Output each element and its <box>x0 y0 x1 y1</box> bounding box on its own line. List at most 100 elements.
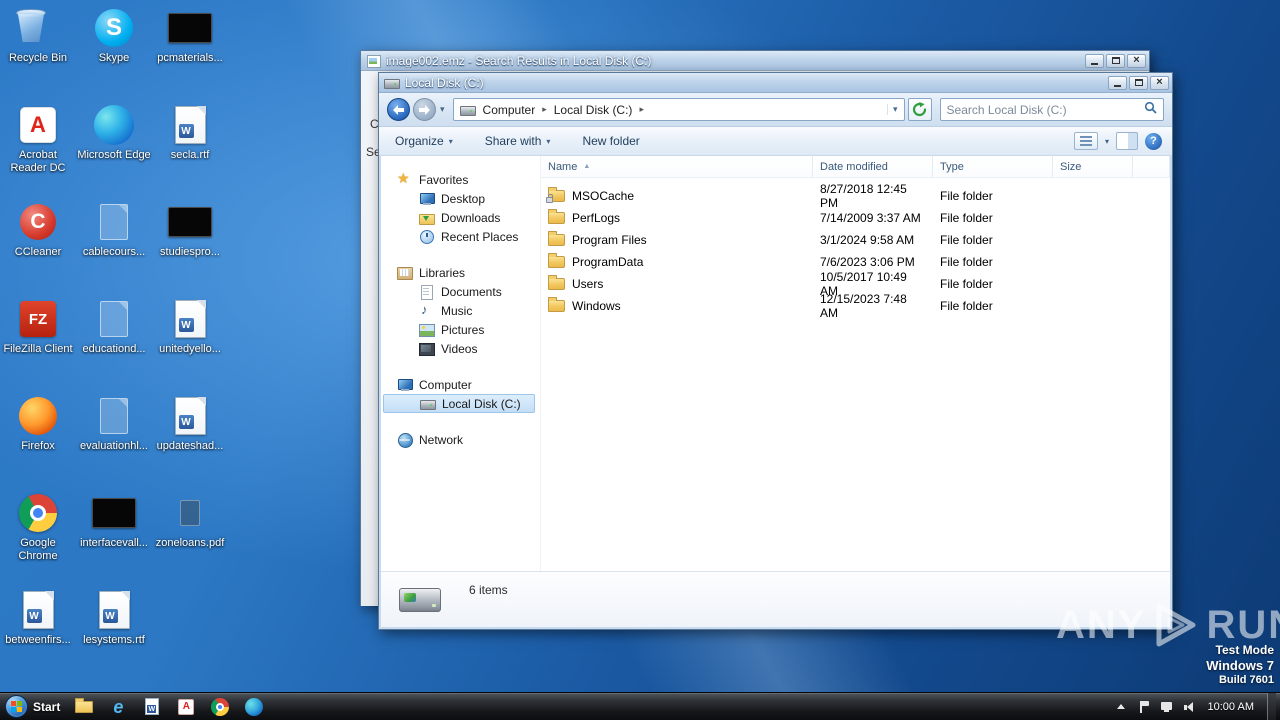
sidebar-item-music[interactable]: Music <box>381 301 540 320</box>
taskbar-item-chrome[interactable] <box>205 694 235 720</box>
forward-button[interactable] <box>413 98 436 121</box>
share-with-button[interactable]: Share with ▾ <box>479 131 557 151</box>
sidebar-item-recent-places[interactable]: Recent Places <box>381 227 540 246</box>
desktop-icon-recycle-bin[interactable]: Recycle Bin <box>0 2 76 99</box>
word-document-icon <box>174 106 206 144</box>
preview-pane-button[interactable] <box>1116 132 1138 150</box>
recent-pages-dropdown[interactable]: ▾ <box>440 104 445 115</box>
action-center-icon[interactable] <box>1137 700 1151 714</box>
file-row[interactable]: Windows 12/15/2023 7:48 AM File folder <box>541 292 1170 320</box>
desktop-icon-unitedyello[interactable]: unitedyello... <box>152 293 228 390</box>
minimize-button[interactable] <box>1108 75 1127 90</box>
file-type: File folder <box>940 277 993 291</box>
command-bar: Organize ▾ Share with ▾ New folder ▾ ? <box>379 127 1172 156</box>
file-row[interactable]: MSOCache 8/27/2018 12:45 PM File folder <box>541 182 1170 210</box>
title-bar[interactable]: image002.emz - Search Results in Local D… <box>361 51 1149 71</box>
start-button[interactable]: Start <box>0 693 67 720</box>
close-button[interactable]: × <box>1127 53 1146 68</box>
sidebar-item-videos[interactable]: Videos <box>381 339 540 358</box>
column-header-date-modified[interactable]: Date modified <box>813 156 933 177</box>
desktop-icon-betweenfirs[interactable]: betweenfirs... <box>0 584 76 681</box>
desktop-icon-updateshad[interactable]: updateshad... <box>152 390 228 487</box>
desktop-icon-lesystems-rtf[interactable]: lesystems.rtf <box>76 584 152 681</box>
edge-icon <box>94 105 134 145</box>
search-box[interactable] <box>939 98 1164 121</box>
breadcrumb-separator[interactable]: ▸ <box>542 104 547 115</box>
desktop-icon-interfacevall[interactable]: interfacevall... <box>76 487 152 584</box>
taskbar-item-edge[interactable] <box>239 694 269 720</box>
file-date: 8/27/2018 12:45 PM <box>820 182 907 210</box>
sidebar-item-label: Desktop <box>441 191 486 206</box>
desktop-icon-secla-rtf[interactable]: secla.rtf <box>152 99 228 196</box>
desktop-icon-label: lesystems.rtf <box>83 634 145 646</box>
desktop-icon-skype[interactable]: Skype <box>76 2 152 99</box>
search-icon[interactable] <box>1144 101 1157 119</box>
desktop-icon-google-chrome[interactable]: Google Chrome <box>0 487 76 584</box>
desktop-icon-pcmaterials[interactable]: pcmaterials... <box>152 2 228 99</box>
breadcrumb-separator[interactable]: ▸ <box>639 104 644 115</box>
organize-button[interactable]: Organize ▾ <box>389 131 459 151</box>
desktop-icon-cablecours[interactable]: cablecours... <box>76 196 152 293</box>
sidebar-item-desktop[interactable]: Desktop <box>381 189 540 208</box>
generic-file-icon <box>100 301 128 337</box>
column-header-name[interactable]: Name ▲ <box>541 156 813 177</box>
refresh-button[interactable] <box>907 98 932 121</box>
sidebar-libraries[interactable]: Libraries <box>381 263 540 282</box>
maximize-button[interactable] <box>1106 53 1125 68</box>
desktop-icon-firefox[interactable]: Firefox <box>0 390 76 487</box>
document-icon <box>419 284 435 300</box>
sidebar-network[interactable]: Network <box>381 430 540 449</box>
maximize-button[interactable] <box>1129 75 1148 90</box>
show-desktop-button[interactable] <box>1267 692 1276 720</box>
hidden-icons-button[interactable] <box>1114 700 1128 714</box>
sidebar-item-local-disk-c[interactable]: Local Disk (C:) <box>383 394 535 413</box>
minimize-button[interactable] <box>1085 53 1104 68</box>
desktop-icon-filezilla[interactable]: FileZilla Client <box>0 293 76 390</box>
sidebar-computer[interactable]: Computer <box>381 375 540 394</box>
back-button[interactable] <box>387 98 410 121</box>
search-input[interactable] <box>946 102 1144 117</box>
column-header-size[interactable]: Size <box>1053 156 1133 177</box>
desktop-icon-ccleaner[interactable]: CCleaner <box>0 196 76 293</box>
sidebar-item-downloads[interactable]: Downloads <box>381 208 540 227</box>
desktop-icon-studiespro[interactable]: studiespro... <box>152 196 228 293</box>
clock[interactable]: 10:00 AM <box>1208 701 1254 713</box>
film-icon <box>419 342 435 356</box>
taskbar-item-internet-explorer[interactable] <box>103 694 133 720</box>
file-row[interactable]: PerfLogs 7/14/2009 3:37 AM File folder <box>541 207 1170 229</box>
volume-icon[interactable] <box>1183 700 1197 714</box>
address-history-dropdown[interactable]: ▾ <box>887 104 898 115</box>
taskbar-item-explorer[interactable] <box>69 694 99 720</box>
sidebar-item-label: Videos <box>441 341 478 356</box>
filezilla-icon <box>20 301 56 337</box>
taskbar-item-acrobat[interactable] <box>171 694 201 720</box>
desktop-icon-microsoft-edge[interactable]: Microsoft Edge <box>76 99 152 196</box>
title-bar[interactable]: Local Disk (C:) × <box>379 73 1172 93</box>
desktop-background[interactable]: Recycle Bin Skype pcmaterials... Acrobat… <box>0 0 1280 720</box>
views-dropdown[interactable]: ▾ <box>1105 137 1109 146</box>
desktop-icon-label: updateshad... <box>156 440 224 452</box>
breadcrumb-computer[interactable]: Computer <box>481 102 538 118</box>
sidebar-item-pictures[interactable]: Pictures <box>381 320 540 339</box>
column-header-type[interactable]: Type <box>933 156 1053 177</box>
views-button[interactable] <box>1073 132 1098 150</box>
taskbar-item-word[interactable] <box>137 694 167 720</box>
desktop-icon-acrobat-reader[interactable]: Acrobat Reader DC <box>0 99 76 196</box>
desktop-icon-evaluationhl[interactable]: evaluationhl... <box>76 390 152 487</box>
folder-icon <box>548 231 565 246</box>
address-bar[interactable]: Computer ▸ Local Disk (C:) ▸ ▾ <box>452 98 905 121</box>
breadcrumb-local-disk[interactable]: Local Disk (C:) <box>552 102 635 118</box>
file-row[interactable]: Program Files 3/1/2024 9:58 AM File fold… <box>541 229 1170 251</box>
sidebar-item-documents[interactable]: Documents <box>381 282 540 301</box>
build-label: Build 7601 <box>1218 674 1274 686</box>
new-folder-button[interactable]: New folder <box>576 131 645 151</box>
desktop-icon-zoneloans-pdf[interactable]: zoneloans.pdf <box>152 487 228 584</box>
help-button[interactable]: ? <box>1145 132 1162 150</box>
sidebar-favorites[interactable]: Favorites <box>381 170 540 189</box>
window-local-disk[interactable]: Local Disk (C:) × ▾ Computer ▸ Local Dis… <box>378 72 1173 630</box>
close-button[interactable]: × <box>1150 75 1169 90</box>
desktop-icon-educationd[interactable]: educationd... <box>76 293 152 390</box>
status-bar: 6 items <box>381 571 1170 627</box>
network-tray-icon[interactable] <box>1160 700 1174 714</box>
file-rows: MSOCache 8/27/2018 12:45 PM File folder … <box>541 178 1170 320</box>
